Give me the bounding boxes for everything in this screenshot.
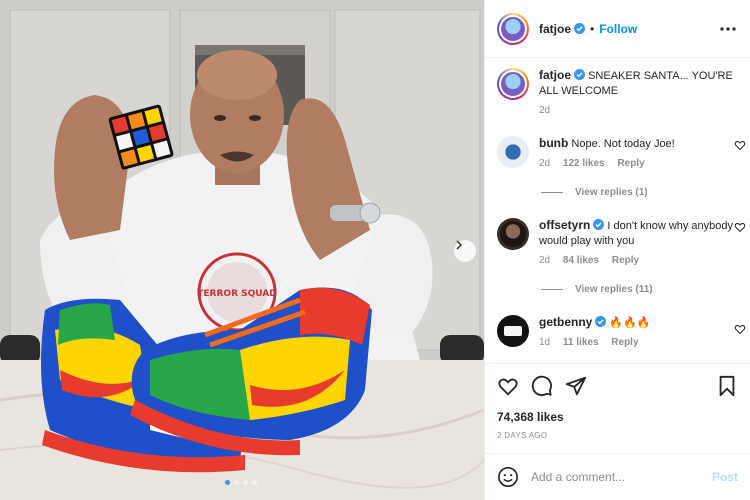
- caption-text: fatjoe SNEAKER SANTA... YOU'RE ALL WELCO…: [539, 68, 738, 99]
- comments-list[interactable]: fatjoe SNEAKER SANTA... YOU'RE ALL WELCO…: [485, 58, 750, 363]
- post-comment-button[interactable]: Post: [712, 470, 738, 484]
- verified-icon: [595, 316, 607, 327]
- view-replies-button[interactable]: View replies (1): [541, 187, 648, 198]
- more-options-button[interactable]: [718, 19, 738, 39]
- like-count[interactable]: 74,368 likes: [497, 410, 738, 424]
- carousel-dot: [234, 480, 239, 485]
- comment-text: 🔥🔥🔥: [609, 317, 651, 329]
- commenter-username[interactable]: getbenny: [539, 315, 592, 329]
- commenter-username[interactable]: offsetyrn: [539, 218, 590, 232]
- reply-button[interactable]: Reply: [611, 337, 638, 348]
- view-replies-label: View replies (1): [575, 187, 648, 198]
- caption-meta: 2d: [539, 105, 738, 116]
- more-icon: [720, 26, 736, 31]
- comment-item: getbenny 🔥🔥🔥 1d 11 likes Reply: [485, 315, 750, 348]
- hoodie-logo: TERROR SQUAD: [197, 289, 276, 299]
- post-panel: fatjoe • Follow fatjoe SNEAKER SANTA... …: [484, 0, 750, 500]
- reply-button[interactable]: Reply: [617, 158, 644, 169]
- caption-username[interactable]: fatjoe: [539, 68, 571, 82]
- chevron-right-icon: [456, 240, 463, 250]
- verified-icon: [574, 23, 586, 34]
- share-icon[interactable]: [565, 375, 587, 397]
- post-photo[interactable]: TERROR SQUAD: [0, 0, 484, 500]
- comment-likes[interactable]: 122 likes: [563, 158, 605, 169]
- comment-item: offsetyrn I don't know why anybody would…: [485, 218, 750, 266]
- separator-bullet: •: [590, 21, 595, 36]
- post-header: fatjoe • Follow: [485, 0, 750, 58]
- comment-time: 2d: [539, 158, 551, 169]
- comment-input[interactable]: [531, 470, 712, 484]
- carousel-dots: [225, 480, 257, 485]
- carousel-dot: [252, 480, 257, 485]
- caption-time: 2d: [539, 105, 551, 116]
- verified-icon: [593, 219, 605, 230]
- carousel-dot: [225, 480, 230, 485]
- comment-time: 2d: [539, 255, 551, 266]
- bookmark-icon[interactable]: [716, 375, 738, 397]
- commenter-avatar[interactable]: [497, 218, 529, 250]
- follow-button[interactable]: Follow: [599, 22, 637, 36]
- comment-likes[interactable]: 11 likes: [563, 337, 599, 348]
- heart-icon[interactable]: [734, 139, 746, 151]
- caption: fatjoe SNEAKER SANTA... YOU'RE ALL WELCO…: [485, 68, 750, 116]
- action-icons: [497, 374, 738, 398]
- photo-illustration: TERROR SQUAD: [0, 0, 484, 500]
- verified-icon: [574, 69, 586, 80]
- post-actions: 74,368 likes 2 DAYS AGO: [485, 363, 750, 453]
- author-username[interactable]: fatjoe: [539, 22, 571, 36]
- heart-icon[interactable]: [497, 375, 519, 397]
- view-replies-label: View replies (11): [575, 284, 653, 295]
- post-date: 2 DAYS AGO: [497, 431, 548, 440]
- carousel-next-button[interactable]: [454, 240, 476, 262]
- comment-item: bunb Nope. Not today Joe! 2d 122 likes R…: [485, 136, 750, 169]
- comment-likes[interactable]: 84 likes: [563, 255, 599, 266]
- author-avatar[interactable]: [497, 12, 529, 45]
- heart-icon[interactable]: [734, 323, 746, 335]
- comment-meta: 1d 11 likes Reply: [539, 337, 735, 348]
- add-comment-bar: Post: [485, 453, 750, 500]
- commenter-username[interactable]: bunb: [539, 136, 568, 150]
- comment-text: Nope. Not today Joe!: [571, 138, 675, 150]
- commenter-avatar[interactable]: [497, 315, 529, 347]
- reply-button[interactable]: Reply: [612, 255, 639, 266]
- carousel-dot: [243, 480, 248, 485]
- emoji-icon[interactable]: [497, 466, 519, 488]
- author-avatar[interactable]: [497, 68, 529, 100]
- commenter-avatar[interactable]: [497, 136, 529, 168]
- heart-icon[interactable]: [734, 221, 746, 233]
- comment-icon[interactable]: [531, 375, 553, 397]
- view-replies-button[interactable]: View replies (11): [541, 284, 653, 295]
- comment-meta: 2d 122 likes Reply: [539, 158, 735, 169]
- comment-time: 1d: [539, 337, 551, 348]
- comment-meta: 2d 84 likes Reply: [539, 255, 735, 266]
